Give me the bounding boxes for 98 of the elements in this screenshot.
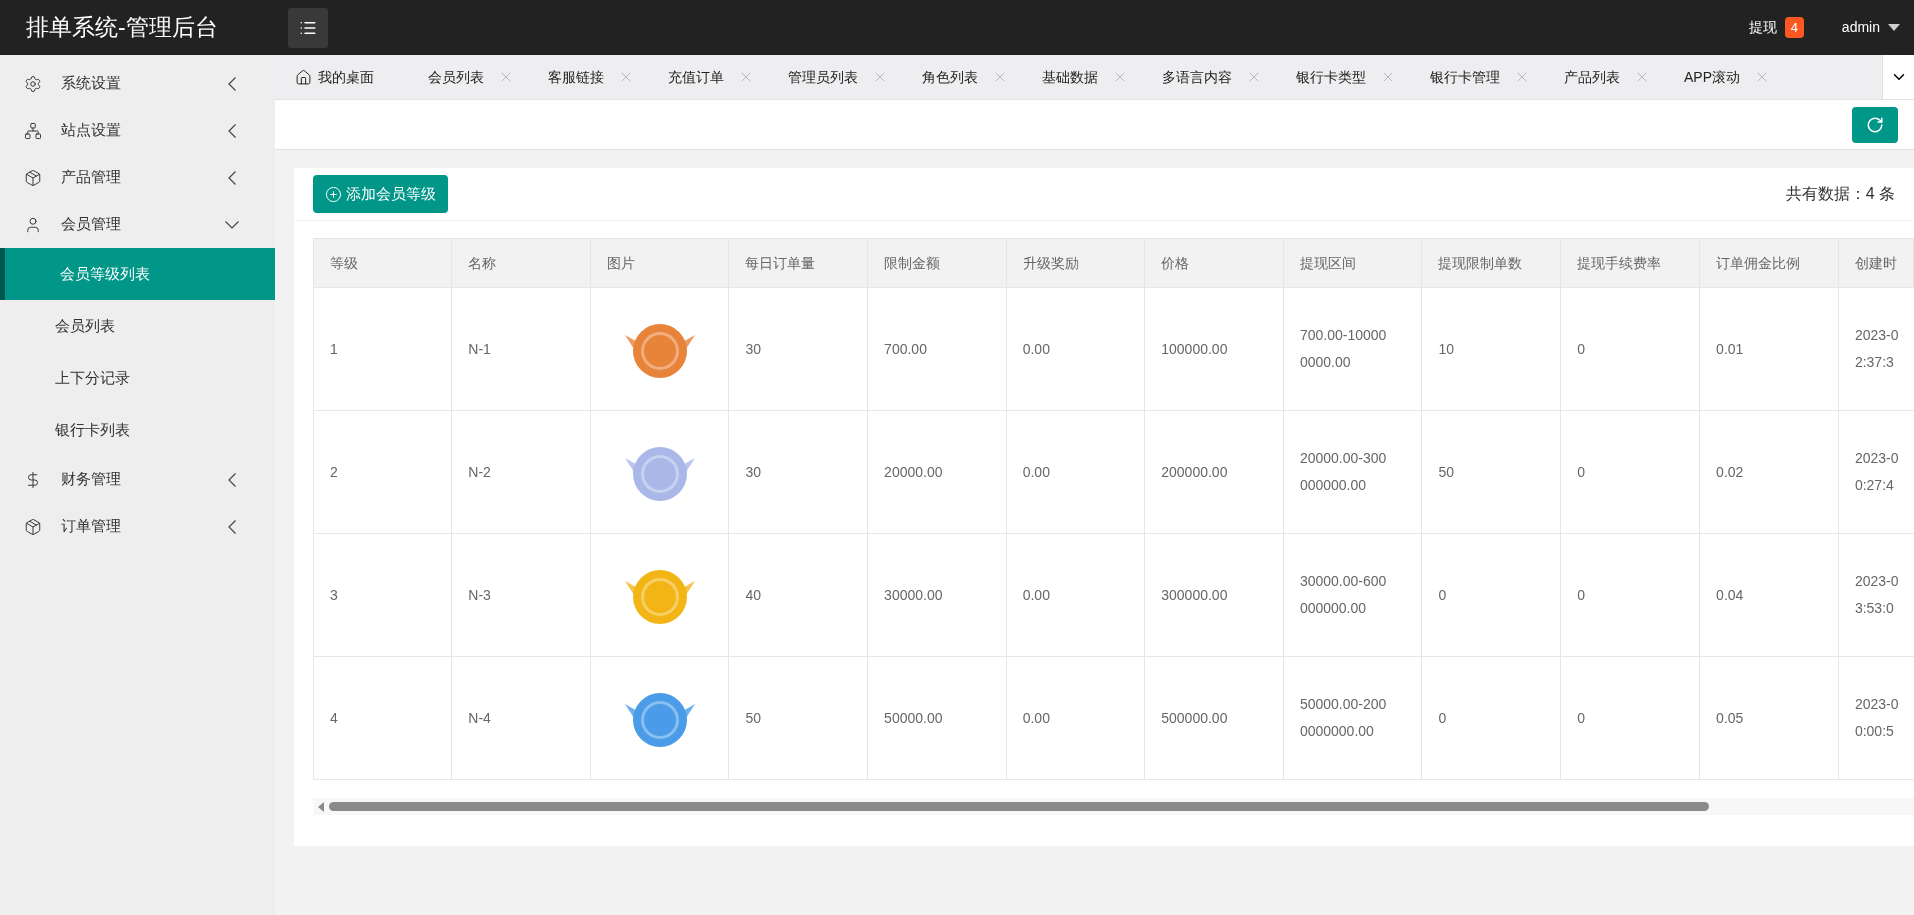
page-tab[interactable]: 客服链接: [528, 55, 648, 99]
refresh-icon: [1866, 115, 1884, 134]
sidebar-item[interactable]: 订单管理: [0, 503, 275, 550]
page-tab[interactable]: 基础数据: [1022, 55, 1142, 99]
column-header: 价格: [1144, 238, 1284, 288]
table-cell: 50000.00: [867, 656, 1007, 780]
menu-toggle-button[interactable]: [288, 7, 328, 48]
network-icon: [24, 121, 42, 140]
table-cell: 700.00: [867, 287, 1007, 411]
table-cell: N-4: [451, 656, 591, 780]
refresh-button[interactable]: [1852, 106, 1898, 143]
table-cell: N-1: [451, 287, 591, 411]
table-cell: 0: [1560, 410, 1700, 534]
column-header: 图片: [590, 238, 729, 288]
table-cell: 4: [313, 656, 452, 780]
sidebar-subitem[interactable]: 银行卡列表: [0, 404, 275, 456]
count-badge: 4: [1784, 16, 1804, 39]
table-cell: 20000.00-300000000.00: [1283, 410, 1422, 534]
table-cell: 200000.00: [1144, 410, 1284, 534]
table-cell: 30000.00: [867, 533, 1007, 657]
sidebar-item[interactable]: 会员管理: [0, 201, 275, 248]
gear-icon: [24, 74, 42, 93]
package-icon: [24, 517, 42, 536]
table-cell: 0.04: [1699, 533, 1839, 657]
table-cell: 2023-0 0:27:4: [1838, 410, 1914, 534]
table-cell: 0.00: [1006, 533, 1145, 657]
home-icon: [295, 68, 312, 86]
table-cell: 0: [1560, 656, 1700, 780]
table-cell: 0: [1421, 533, 1561, 657]
table-cell: 2023-0 2:37:3: [1838, 287, 1914, 411]
user-menu[interactable]: admin: [1841, 17, 1904, 38]
table-cell: 30: [728, 410, 868, 534]
table-cell: N-3: [451, 533, 591, 657]
table-cell: 50: [728, 656, 868, 780]
table-cell: 20000.00: [867, 410, 1007, 534]
column-header: 提现区间: [1283, 238, 1422, 288]
table-cell: 500000.00: [1144, 656, 1284, 780]
table-cell: 0.02: [1699, 410, 1839, 534]
tabs-dropdown-button[interactable]: [1882, 55, 1914, 99]
table-cell: 10: [1421, 287, 1561, 411]
table-cell: 30: [728, 287, 868, 411]
column-header: 升级奖励: [1006, 238, 1145, 288]
caret-icon: [1888, 24, 1900, 31]
package-icon: [24, 168, 42, 187]
table-cell: 40: [728, 533, 868, 657]
horizontal-scrollbar[interactable]: [313, 798, 1914, 815]
table-cell: 2023-0 3:53:0: [1838, 533, 1914, 657]
page-tab[interactable]: 会员列表: [408, 55, 528, 99]
table-cell: 1: [313, 287, 452, 411]
page-tab[interactable]: 管理员列表: [768, 55, 902, 99]
sidebar-subitem[interactable]: 会员等级列表: [0, 248, 275, 300]
page-tab[interactable]: 充值订单: [648, 55, 768, 99]
column-header: 提现限制单数: [1421, 238, 1561, 288]
total-count: 共有数据：4 条: [1785, 184, 1895, 204]
table-cell: 3: [313, 533, 452, 657]
table-cell: 0.00: [1006, 656, 1145, 780]
scroll-left-icon[interactable]: [317, 801, 325, 812]
column-header: 订单佣金比例: [1699, 238, 1839, 288]
table-cell: 50000.00-2000000000.00: [1283, 656, 1422, 780]
column-header: 提现手续费率: [1560, 238, 1700, 288]
withdraw-link[interactable]: 提现: [1748, 17, 1777, 38]
page-tab[interactable]: 角色列表: [902, 55, 1022, 99]
column-header: 等级: [313, 238, 452, 288]
table-cell: 0: [1560, 287, 1700, 411]
table-cell: 0.05: [1699, 656, 1839, 780]
page-tab[interactable]: 多语言内容: [1142, 55, 1276, 99]
table-cell: 0.00: [1006, 287, 1145, 411]
sidebar-item[interactable]: 系统设置: [0, 60, 275, 107]
table-cell: 0: [1560, 533, 1700, 657]
table-cell: N-2: [451, 410, 591, 534]
page-tab[interactable]: 产品列表: [1544, 55, 1664, 99]
table-cell: 700.00-100000000.00: [1283, 287, 1422, 411]
page-tab[interactable]: APP滚动: [1664, 55, 1784, 99]
table-cell: 100000.00: [1144, 287, 1284, 411]
page-tab[interactable]: 银行卡管理: [1410, 55, 1544, 99]
table-cell: 30000.00-600000000.00: [1283, 533, 1422, 657]
page-tab[interactable]: 我的桌面: [275, 55, 408, 99]
table-cell: 2: [313, 410, 452, 534]
column-header: 每日订单量: [728, 238, 868, 288]
sidebar-item[interactable]: 产品管理: [0, 154, 275, 201]
sidebar-item[interactable]: 站点设置: [0, 107, 275, 154]
plus-circle-icon: [325, 185, 342, 203]
sidebar-subitem[interactable]: 会员列表: [0, 300, 275, 352]
sidebar-subitem[interactable]: 上下分记录: [0, 352, 275, 404]
table-cell: 0.01: [1699, 287, 1839, 411]
page-tab[interactable]: 银行卡类型: [1276, 55, 1410, 99]
table-cell: 0.00: [1006, 410, 1145, 534]
column-header: 名称: [451, 238, 591, 288]
table-cell: 2023-0 0:00:5: [1838, 656, 1914, 780]
table-cell: 50: [1421, 410, 1561, 534]
add-level-button[interactable]: 添加会员等级: [313, 175, 448, 213]
user-icon: [24, 215, 42, 234]
table-cell: 0: [1421, 656, 1561, 780]
column-header: 创建时: [1838, 238, 1914, 288]
column-header: 限制金额: [867, 238, 1007, 288]
app-title: 排单系统-管理后台: [25, 13, 219, 43]
sidebar-item[interactable]: 财务管理: [0, 456, 275, 503]
table-cell: 300000.00: [1144, 533, 1284, 657]
